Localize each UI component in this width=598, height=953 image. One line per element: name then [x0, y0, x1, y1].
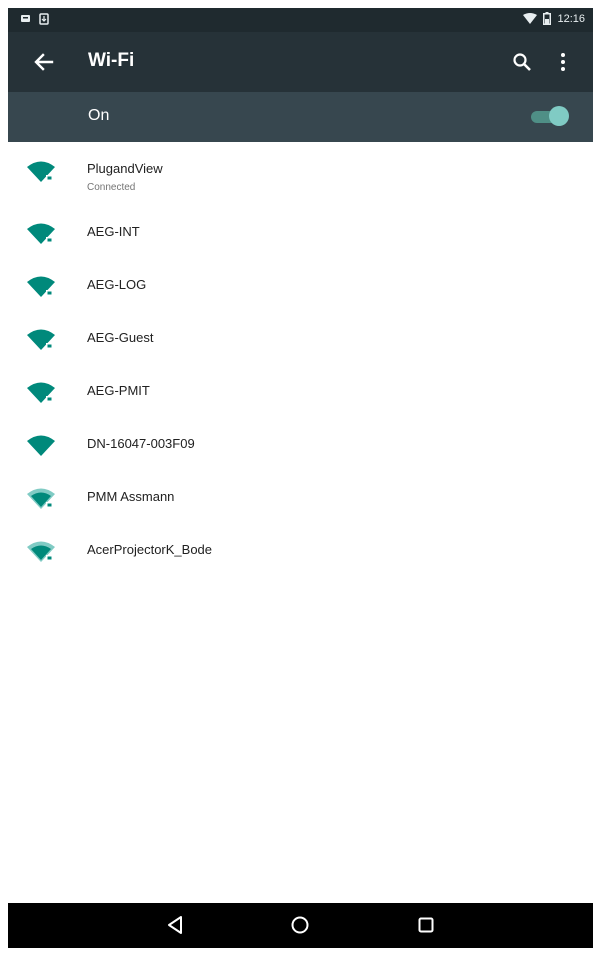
wifi-lock-icon [27, 488, 55, 509]
screen: 12:16 Wi-Fi On PlugandView Connected AEG… [8, 8, 593, 948]
status-time: 12:16 [557, 12, 585, 25]
network-item[interactable]: AEG-INT [8, 206, 593, 259]
app-bar: Wi-Fi [8, 32, 593, 92]
network-item[interactable]: AEG-PMIT [8, 365, 593, 418]
navigation-bar [8, 903, 593, 948]
network-item[interactable]: PlugandView Connected [8, 144, 593, 206]
network-ssid: AEG-Guest [87, 330, 154, 345]
more-vert-icon[interactable] [556, 51, 570, 73]
network-ssid: AEG-INT [87, 224, 140, 239]
network-ssid: AEG-PMIT [87, 383, 150, 398]
wifi-lock-icon [27, 382, 55, 403]
wifi-switch[interactable] [531, 106, 569, 126]
status-bar: 12:16 [8, 8, 593, 32]
page-title: Wi-Fi [88, 50, 135, 71]
switch-thumb [549, 106, 569, 126]
wifi-lock-icon [27, 223, 55, 244]
wifi-signal-icon [523, 12, 538, 24]
network-ssid: PMM Assmann [87, 489, 175, 504]
wifi-lock-icon [27, 329, 55, 350]
back-arrow-icon[interactable] [30, 48, 58, 76]
network-ssid: PlugandView [87, 161, 163, 176]
download-icon [39, 13, 49, 25]
notification-icon [21, 15, 30, 22]
nav-home-icon[interactable] [290, 915, 310, 935]
network-list: PlugandView Connected AEG-INT AEG-LOG AE… [8, 144, 593, 577]
search-icon[interactable] [511, 51, 533, 73]
network-item[interactable]: AEG-LOG [8, 259, 593, 312]
network-ssid: AcerProjectorK_Bode [87, 542, 213, 557]
nav-recents-icon[interactable] [417, 916, 435, 934]
wifi-lock-icon [27, 161, 55, 182]
network-ssid: AEG-LOG [87, 277, 147, 292]
network-status: Connected [87, 182, 136, 193]
wifi-lock-icon [27, 276, 55, 297]
wifi-lock-icon [27, 541, 55, 562]
wifi-toggle-label: On [88, 107, 110, 124]
network-item[interactable]: AEG-Guest [8, 312, 593, 365]
nav-back-icon[interactable] [166, 915, 184, 935]
battery-icon [543, 12, 552, 25]
network-item[interactable]: AcerProjectorK_Bode [8, 524, 593, 577]
network-ssid: DN-16047-003F09 [87, 436, 195, 451]
wifi-icon [27, 435, 55, 456]
network-item[interactable]: PMM Assmann [8, 471, 593, 524]
wifi-toggle-row[interactable]: On [8, 92, 593, 142]
network-item[interactable]: DN-16047-003F09 [8, 418, 593, 471]
